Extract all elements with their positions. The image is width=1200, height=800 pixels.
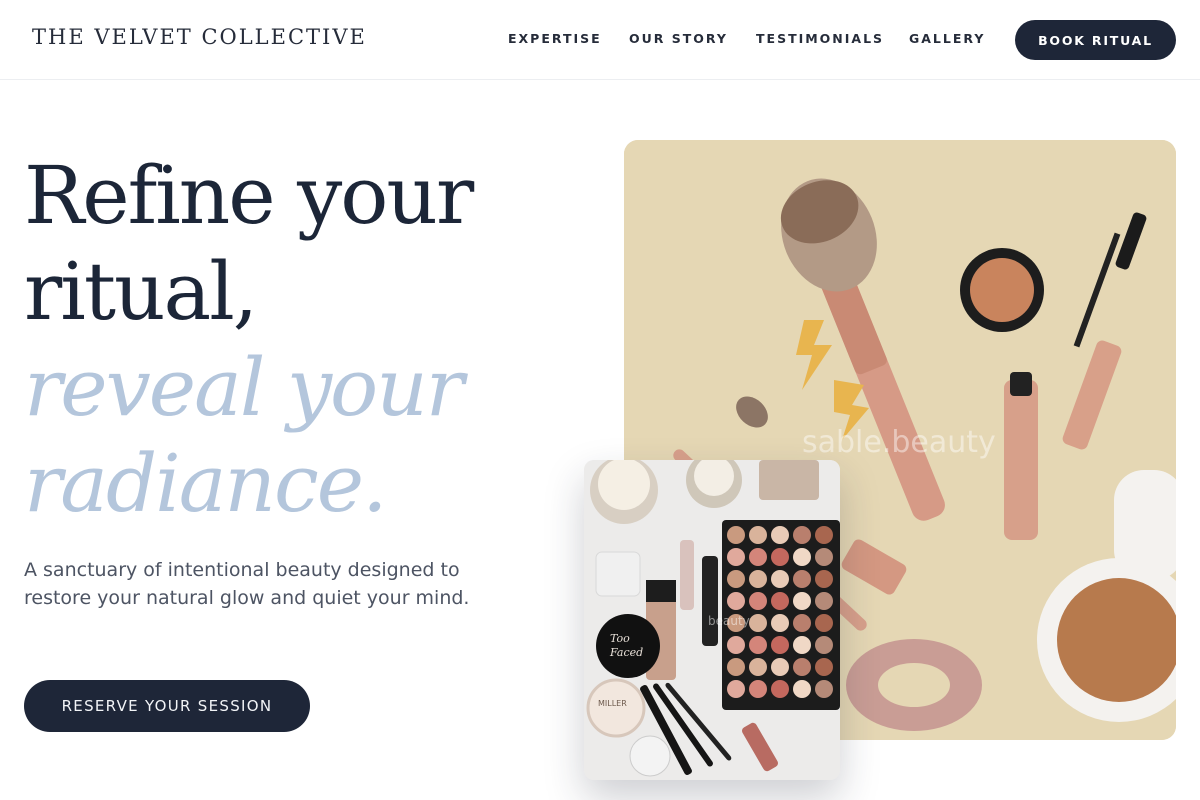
nav-link-expertise[interactable]: EXPERTISE	[508, 31, 602, 46]
svg-text:MILLER: MILLER	[598, 699, 627, 708]
book-ritual-button[interactable]: BOOK RITUAL	[1015, 20, 1176, 60]
hero-headline-line-1: Refine your	[24, 149, 474, 242]
hero-headline-line-2: ritual,	[24, 245, 258, 338]
inset-image-watermark: beauty	[708, 614, 750, 628]
main-image-watermark: sable.beauty	[802, 425, 996, 460]
site-header: THE VELVET COLLECTIVE EXPERTISE OUR STOR…	[0, 0, 1200, 80]
svg-text:Faced: Faced	[609, 646, 643, 659]
reserve-session-button[interactable]: RESERVE YOUR SESSION	[24, 680, 310, 732]
hero-headline-line-3: reveal your	[24, 341, 464, 434]
nav-link-testimonials[interactable]: TESTIMONIALS	[756, 31, 884, 46]
hero-subtitle: A sanctuary of intentional beauty design…	[24, 559, 470, 609]
inset-makeup-image: Too Faced MILLER beauty	[584, 460, 840, 780]
brand-logo[interactable]: THE VELVET COLLECTIVE	[32, 25, 367, 49]
hero-headline-line-4: radiance.	[24, 437, 388, 530]
nav-link-gallery[interactable]: GALLERY	[909, 31, 985, 46]
nav-link-our-story[interactable]: OUR STORY	[629, 31, 728, 46]
svg-text:Too: Too	[610, 632, 630, 645]
